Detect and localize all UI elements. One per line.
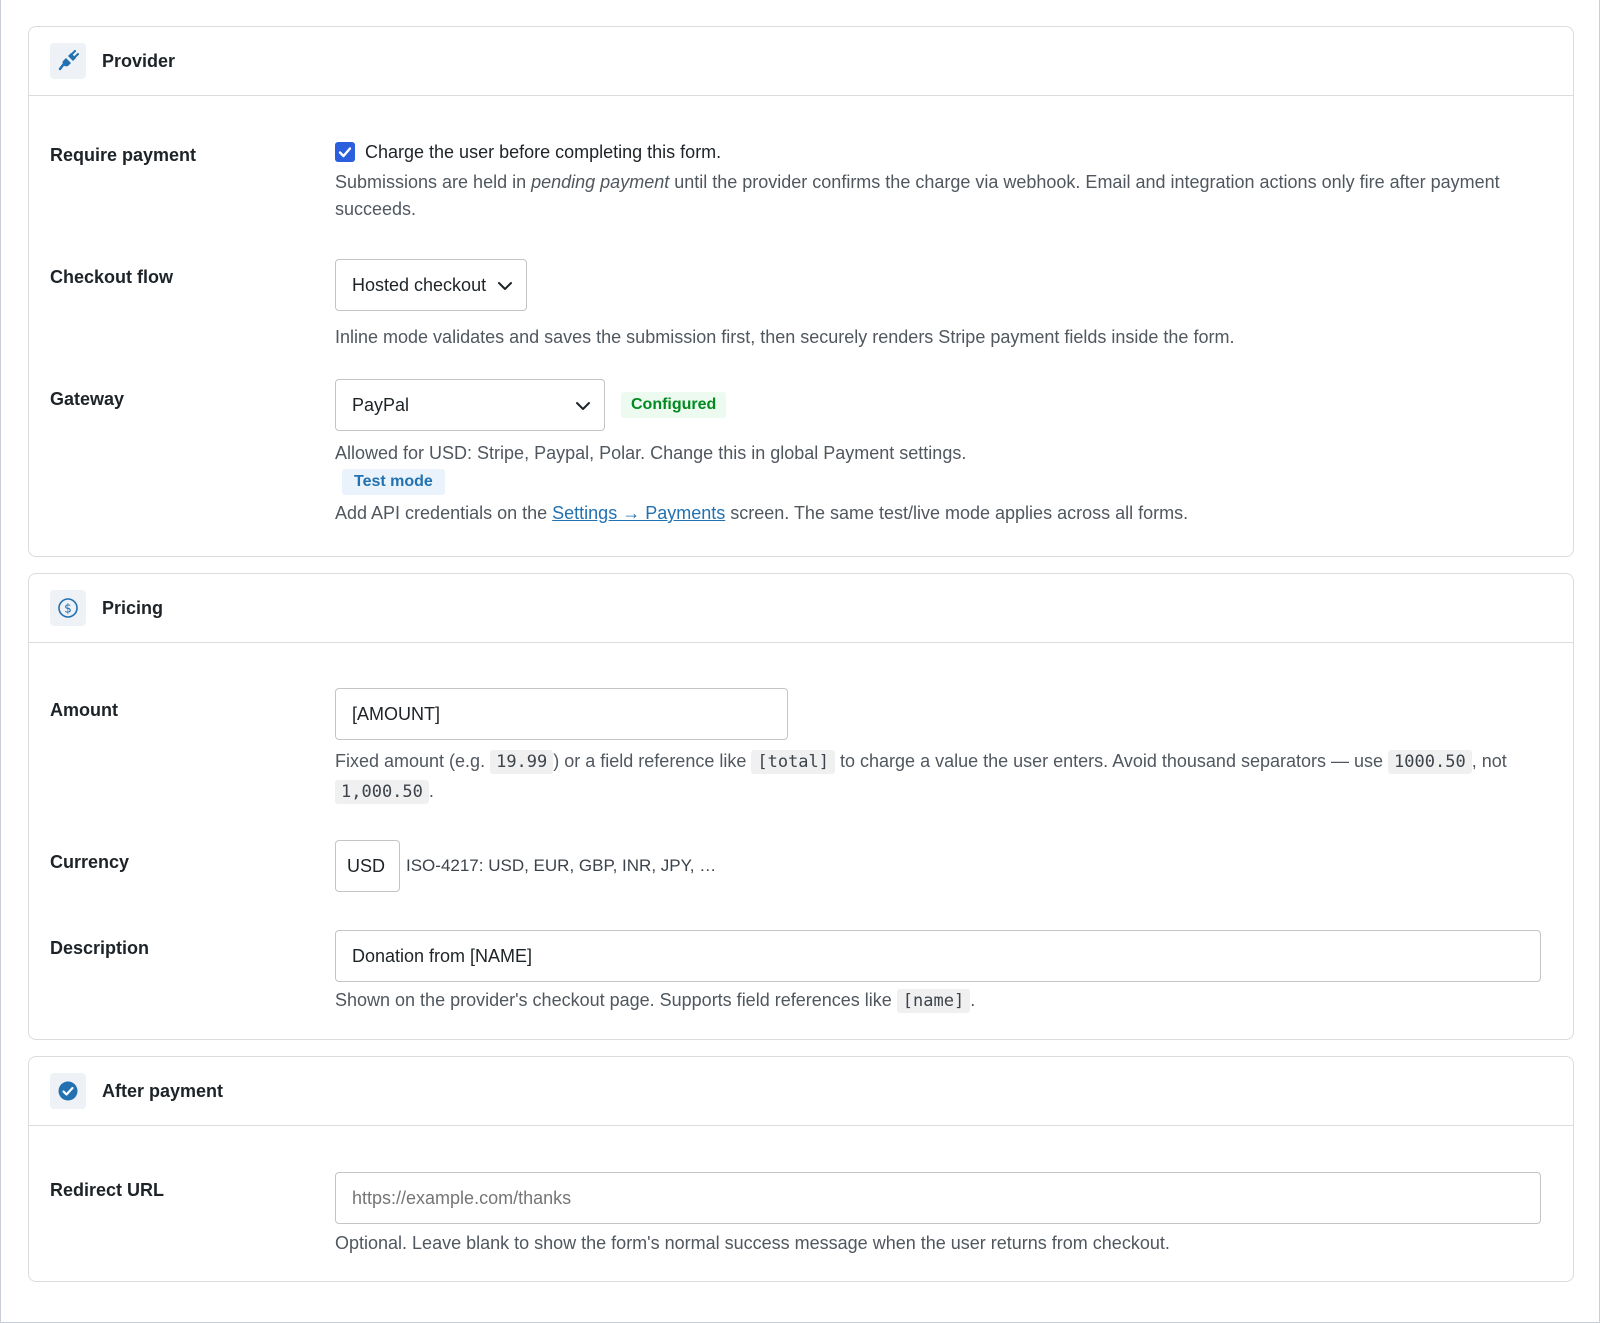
panel-title-provider: Provider — [102, 50, 176, 71]
settings-frame: Provider Require payment Charge the user… — [0, 0, 1600, 1323]
currency-hint: ISO-4217: USD, EUR, GBP, INR, JPY, … — [406, 856, 717, 875]
currency-input[interactable]: USD — [335, 840, 400, 892]
currency-label: Currency — [50, 852, 130, 872]
checkout-flow-help: Inline mode validates and saves the subm… — [335, 327, 1235, 347]
settings-payments-link[interactable]: Settings → Payments — [552, 503, 725, 523]
gateway-select[interactable]: PayPal — [335, 379, 605, 431]
provider-panel: Provider Require payment Charge the user… — [28, 26, 1574, 557]
after-payment-panel: After payment Redirect URL Optional. Lea… — [28, 1056, 1574, 1282]
panel-title-pricing: Pricing — [102, 597, 164, 618]
require-payment-help: Submissions are held in pending payment … — [335, 172, 1500, 219]
redirect-url-label: Redirect URL — [50, 1180, 165, 1200]
checkout-flow-value: Hosted checkout — [352, 274, 487, 295]
pricing-panel: $ Pricing Amount [AMOUNT] Fixed amount (… — [28, 573, 1574, 1040]
chevron-down-icon — [498, 282, 512, 290]
checkout-flow-label: Checkout flow — [50, 267, 174, 287]
provider-panel-header: Provider — [29, 27, 1573, 96]
gateway-label: Gateway — [50, 389, 125, 409]
amount-help: Fixed amount (e.g. 19.99) or a field ref… — [335, 750, 1507, 804]
chevron-down-icon — [576, 402, 590, 410]
gateway-value: PayPal — [352, 394, 410, 415]
description-label: Description — [50, 938, 150, 958]
redirect-url-help: Optional. Leave blank to show the form's… — [335, 1233, 1170, 1253]
svg-text:$: $ — [64, 602, 72, 616]
gateway-credentials-help: Add API credentials on the Settings → Pa… — [335, 503, 1189, 523]
plug-icon — [50, 43, 86, 79]
pricing-panel-header: $ Pricing — [29, 574, 1573, 643]
checkout-flow-select[interactable]: Hosted checkout — [335, 259, 527, 311]
gateway-allowed-help: Allowed for USD: Stripe, Paypal, Polar. … — [335, 443, 967, 463]
redirect-url-input[interactable] — [335, 1172, 1541, 1224]
require-payment-label: Require payment — [50, 145, 197, 165]
description-input[interactable]: Donation from [NAME] — [335, 930, 1541, 982]
amount-label: Amount — [50, 700, 118, 720]
panel-title-after-payment: After payment — [102, 1080, 224, 1101]
require-payment-checkbox-label[interactable]: Charge the user before completing this f… — [365, 142, 721, 163]
require-payment-checkbox[interactable] — [335, 142, 355, 162]
after-payment-panel-header: After payment — [29, 1057, 1573, 1126]
dollar-circle-icon: $ — [50, 590, 86, 626]
amount-input[interactable]: [AMOUNT] — [335, 688, 788, 740]
check-circle-icon — [50, 1073, 86, 1109]
test-mode-badge: Test mode — [342, 469, 445, 495]
description-help: Shown on the provider's checkout page. S… — [335, 989, 976, 1013]
gateway-status-badge: Configured — [621, 392, 727, 418]
